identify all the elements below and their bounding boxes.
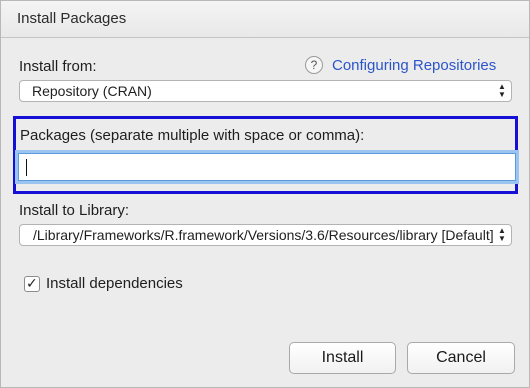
install-dependencies-checkbox[interactable]: ✓	[24, 275, 40, 292]
install-from-selected-value: Repository (CRAN)	[32, 83, 152, 99]
configuring-repositories-link[interactable]: Configuring Repositories	[332, 57, 496, 74]
checkmark-icon: ✓	[26, 275, 38, 291]
install-button[interactable]: Install	[289, 342, 396, 374]
dialog-title: Install Packages	[17, 10, 127, 27]
title-bar[interactable]: Install Packages	[1, 1, 529, 38]
install-packages-dialog: Install Packages Install from: ? Configu…	[0, 0, 530, 388]
install-dependencies-label[interactable]: Install dependencies	[46, 275, 183, 292]
library-select[interactable]: /Library/Frameworks/R.framework/Versions…	[19, 224, 512, 246]
packages-label: Packages (separate multiple with space o…	[20, 127, 365, 144]
library-selected-value: /Library/Frameworks/R.framework/Versions…	[33, 227, 493, 243]
install-from-label: Install from:	[19, 58, 97, 75]
select-arrows-icon: ▲ ▼	[498, 82, 506, 99]
packages-input[interactable]	[18, 153, 516, 181]
select-arrows-icon: ▲ ▼	[498, 226, 506, 243]
cancel-button[interactable]: Cancel	[407, 342, 515, 374]
install-from-select[interactable]: Repository (CRAN) ▲ ▼	[19, 80, 512, 102]
help-configuring-repositories[interactable]: ? Configuring Repositories	[305, 56, 496, 74]
question-mark-icon[interactable]: ?	[305, 56, 323, 74]
install-to-library-label: Install to Library:	[19, 202, 130, 219]
text-caret	[26, 159, 27, 176]
